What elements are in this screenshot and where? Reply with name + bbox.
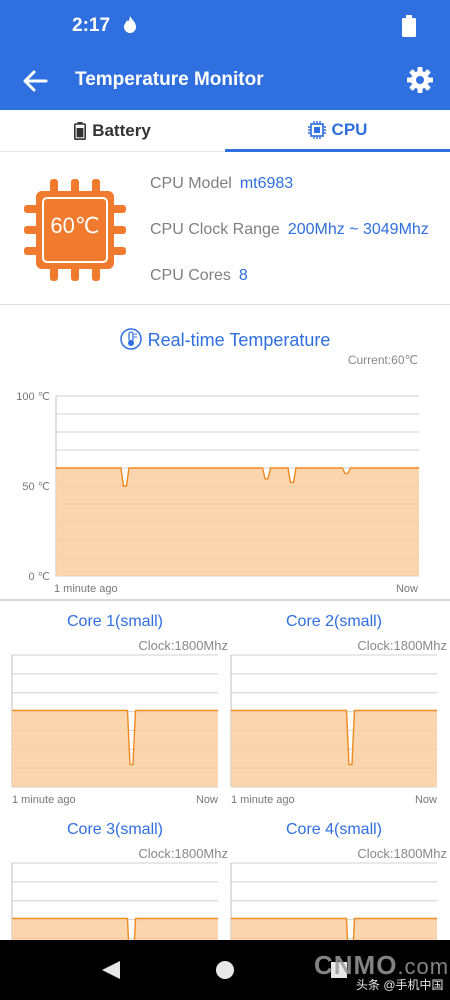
core-x-tick-label: Now [196, 794, 218, 806]
y-tick-label: 0 ℃ [28, 571, 50, 583]
core-area [12, 710, 218, 787]
battery-icon [74, 122, 87, 140]
core-1-title: Core 1(small) [66, 613, 163, 630]
cpu-cores-label: CPU Cores [150, 267, 231, 284]
cpu-clock-row: CPU Clock Range 200Mhz ~ 3049Mhz [150, 221, 429, 239]
app-bar: Temperature Monitor [0, 50, 450, 110]
core-2-title: Core 2(small) [285, 613, 382, 630]
cpu-model-row: CPU Model mt6983 [150, 175, 293, 193]
core-area [12, 918, 218, 940]
page-title: Temperature Monitor [75, 69, 264, 90]
watermark-credit: 头条 @手机中国 [356, 978, 444, 992]
core-1-card: 1 minute ago Now Core 1(small) Clock:1800… [10, 603, 230, 808]
temperature-area [56, 468, 419, 576]
cpu-icon [307, 120, 326, 139]
core-1-chart: 1 minute ago Now [11, 654, 218, 806]
cpu-info-panel: 60℃ CPU Model mt6983 CPU Clock Range 200Mh… [0, 153, 450, 305]
notification-icon [124, 16, 136, 33]
cpu-cores-value: 8 [238, 267, 248, 284]
status-bar: 2:17 [0, 0, 450, 50]
core-x-tick-label: 1 minute ago [231, 794, 295, 806]
current-temp-label: Current:60℃ [347, 353, 418, 367]
core-4-title: Core 4(small) [285, 821, 382, 838]
core-3-title: Core 3(small) [66, 821, 163, 838]
y-tick-label: 50 ℃ [22, 481, 50, 493]
realtime-title-text: Real-time Temperature [147, 330, 331, 350]
core-2-card: 1 minute ago Now Core 2(small) Clock:1800… [229, 603, 449, 808]
core-x-tick-label: Now [415, 794, 437, 806]
core-1-clock: Clock:1800Mhz [138, 638, 228, 653]
realtime-title: Real-time Temperature [0, 328, 450, 351]
back-arrow-icon[interactable] [18, 64, 52, 98]
tab-bar: Battery CPU [0, 110, 450, 152]
status-time: 2:17 [72, 15, 111, 36]
cpu-model-value: mt6983 [239, 175, 294, 192]
core-2-chart: 1 minute ago Now [230, 654, 437, 806]
cpu-cores-row: CPU Cores 8 [150, 267, 248, 285]
tab-battery[interactable]: Battery [0, 110, 225, 152]
core-3-clock: Clock:1800Mhz [138, 846, 228, 861]
core-area [231, 710, 437, 787]
y-tick-label: 100 ℃ [16, 391, 50, 403]
cpu-model-label: CPU Model [150, 175, 232, 192]
tab-cpu[interactable]: CPU [225, 110, 450, 152]
core-2-clock: Clock:1800Mhz [357, 638, 447, 653]
cpu-clock-label: CPU Clock Range [150, 221, 280, 238]
x-tick-label: 1 minute ago [54, 583, 118, 595]
tab-cpu-label: CPU [331, 119, 368, 139]
nav-home-icon[interactable] [215, 960, 235, 980]
x-tick-label: Now [396, 583, 418, 595]
thermometer-icon [119, 328, 142, 350]
nav-back-icon[interactable] [100, 959, 122, 981]
cpu-clock-value: 200Mhz ~ 3049Mhz [287, 221, 429, 238]
core-3-card: 1 minute agoNow Core 3(small) Clock:1800… [10, 811, 230, 940]
core-4-clock: Clock:1800Mhz [357, 846, 447, 861]
battery-status-icon [402, 15, 416, 37]
core-x-tick-label: 1 minute ago [12, 794, 76, 806]
core-area [231, 918, 437, 940]
settings-gear-icon[interactable] [404, 64, 436, 96]
tab-battery-label: Battery [92, 121, 151, 140]
cpu-temp-badge: 60℃ [50, 213, 100, 238]
core-4-card: 1 minute agoNow Core 4(small) Clock:1800… [229, 811, 449, 940]
cores-panel: 1 minute ago Now Core 1(small) Clock:1800… [0, 603, 450, 940]
realtime-temperature-panel: 100 ℃ 50 ℃ 0 ℃ 1 minute ago Now Real-time Te… [0, 306, 450, 601]
